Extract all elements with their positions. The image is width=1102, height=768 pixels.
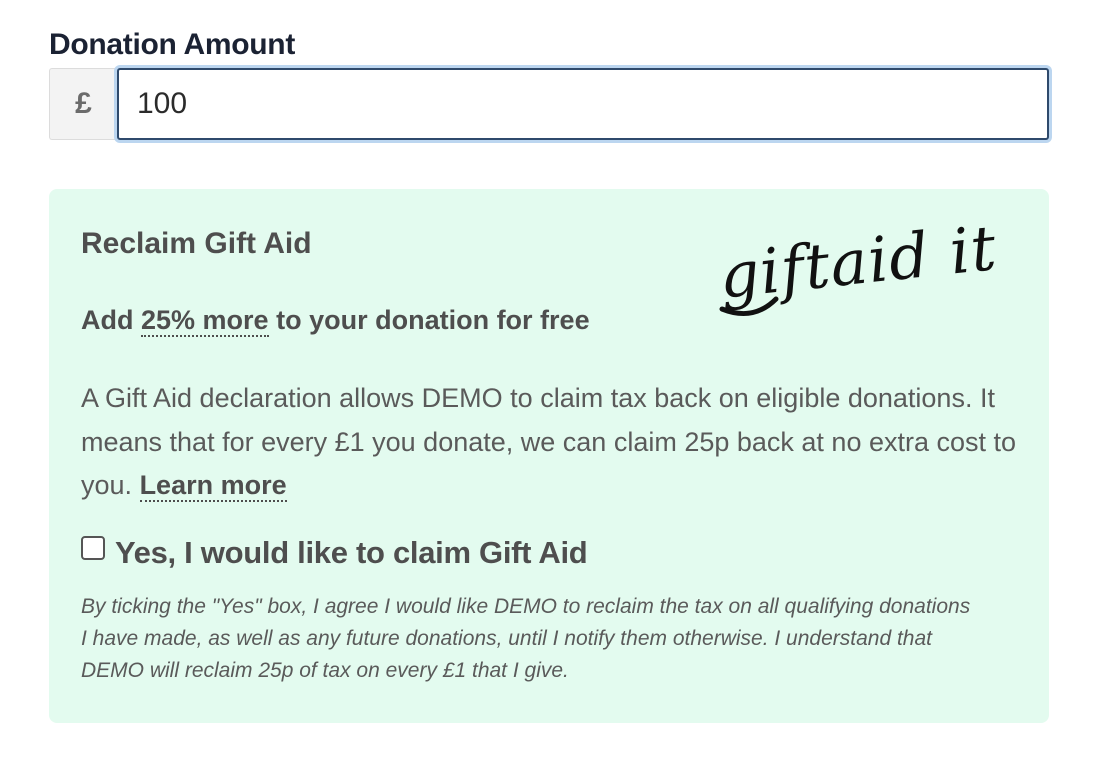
learn-more-link[interactable]: Learn more [139, 470, 287, 502]
gift-aid-description: A Gift Aid declaration allows DEMO to cl… [81, 377, 1021, 508]
currency-addon: £ [49, 68, 117, 140]
gift-aid-subtitle: Add 25% more to your donation for free [81, 305, 590, 337]
claim-gift-aid-row[interactable]: Yes, I would like to claim Gift Aid [81, 535, 588, 571]
gift-aid-title: Reclaim Gift Aid [81, 227, 312, 260]
claim-gift-aid-label[interactable]: Yes, I would like to claim Gift Aid [115, 535, 588, 571]
subtitle-highlight: 25% more [141, 305, 269, 337]
claim-gift-aid-checkbox[interactable] [81, 536, 105, 560]
donation-amount-group: £ [49, 68, 1049, 140]
giftaid-it-logo: giftaid it [716, 213, 1000, 317]
donation-amount-label: Donation Amount [49, 28, 296, 61]
subtitle-suffix: to your donation for free [276, 305, 590, 335]
giftaid-logo-text: giftaid it [716, 213, 1000, 313]
gift-aid-disclaimer: By ticking the "Yes" box, I agree I woul… [81, 595, 971, 682]
subtitle-prefix: Add [81, 305, 134, 335]
donation-amount-input[interactable] [117, 68, 1049, 140]
gift-aid-panel: Reclaim Gift Aid giftaid it Add 25% more… [49, 189, 1049, 723]
